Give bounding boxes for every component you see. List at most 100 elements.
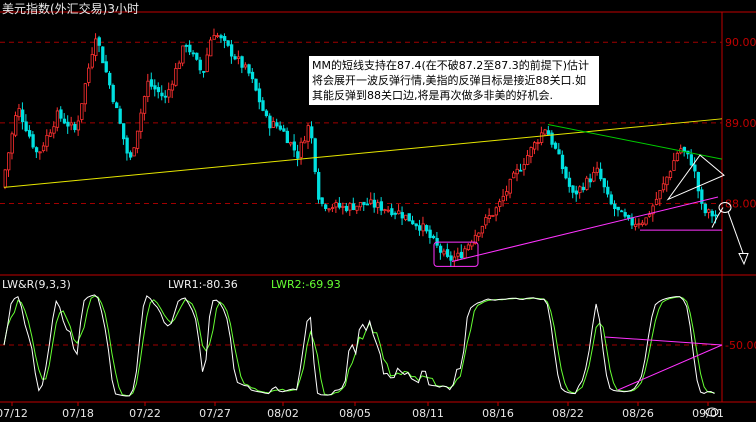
candle-body — [188, 44, 192, 53]
candle — [700, 186, 704, 210]
candle — [536, 139, 540, 151]
candle — [236, 50, 241, 65]
candle-body — [52, 126, 56, 134]
candle — [337, 197, 342, 210]
candle-body — [306, 125, 310, 142]
candle — [160, 85, 164, 101]
candle — [216, 32, 220, 39]
candle-body — [529, 147, 533, 157]
candle-body — [271, 121, 276, 128]
candle-body — [243, 64, 248, 68]
candle — [125, 135, 129, 161]
candle-body — [407, 213, 411, 222]
candle-body — [216, 35, 220, 38]
candle-body — [115, 102, 119, 109]
candle-body — [480, 225, 485, 234]
candle — [330, 203, 335, 213]
candle — [285, 127, 289, 144]
candle — [52, 121, 56, 139]
candle — [209, 36, 213, 57]
candle-body — [606, 186, 610, 195]
candle — [268, 113, 272, 136]
candle — [696, 171, 700, 199]
candle-body — [553, 142, 558, 149]
candle — [355, 205, 359, 214]
candle — [710, 209, 714, 223]
candle — [581, 182, 586, 193]
candle-body — [3, 169, 7, 188]
candle-body — [223, 36, 227, 41]
candle — [118, 105, 122, 125]
candle — [317, 168, 321, 204]
candle — [146, 73, 150, 103]
candle-body — [97, 37, 101, 46]
candle — [553, 141, 558, 150]
rebound-arrow-line — [711, 207, 724, 228]
candle-body — [184, 45, 188, 47]
candle-body — [386, 209, 391, 212]
candle — [456, 247, 460, 262]
candle-body — [647, 214, 652, 217]
price-tick-label: 90.00 — [725, 36, 756, 49]
indicator-wedge-upper — [604, 336, 723, 346]
candle — [115, 101, 119, 109]
candle-body — [661, 183, 666, 191]
candle — [550, 130, 554, 148]
candle — [442, 248, 446, 257]
candle — [522, 158, 526, 176]
candle-body — [533, 142, 537, 150]
candle — [602, 177, 606, 194]
candle — [414, 223, 418, 230]
candle-body — [355, 205, 359, 211]
candle-body — [519, 169, 523, 172]
candle — [69, 116, 74, 131]
candle-body — [250, 71, 255, 80]
candle-body — [128, 152, 133, 158]
candle-body — [344, 205, 349, 212]
candle-body — [557, 149, 561, 155]
candle — [7, 152, 11, 177]
candle-body — [17, 108, 21, 118]
candle-body — [539, 132, 544, 143]
candle-body — [640, 222, 645, 225]
candle — [560, 150, 565, 174]
candle-body — [560, 154, 565, 170]
candle — [202, 70, 206, 78]
candle-body — [247, 64, 251, 74]
candle-body — [463, 248, 467, 259]
candle — [62, 113, 67, 125]
candle-body — [477, 232, 481, 237]
candle — [630, 213, 634, 229]
candle — [14, 111, 18, 138]
candle — [498, 198, 502, 212]
candle-body — [358, 202, 363, 208]
candle-body — [397, 210, 401, 215]
candle — [588, 173, 593, 188]
candle-body — [160, 92, 164, 97]
candle-body — [369, 199, 373, 204]
candle — [407, 213, 411, 222]
candle — [254, 78, 258, 92]
candle — [55, 107, 60, 132]
candle — [418, 219, 422, 236]
candle-body — [149, 79, 154, 87]
candle — [184, 43, 188, 53]
candle — [261, 97, 265, 112]
candle-body — [620, 210, 624, 213]
candle — [167, 82, 171, 103]
candle — [435, 231, 439, 249]
candle-body — [585, 177, 589, 190]
candle-body — [69, 122, 74, 126]
wedge-lower-line — [451, 196, 719, 263]
candle — [438, 243, 443, 260]
candle — [484, 214, 488, 229]
candle — [599, 162, 603, 182]
candle — [592, 166, 596, 183]
candle-body — [80, 103, 84, 120]
candle-body — [104, 61, 108, 73]
candle — [369, 192, 373, 206]
candle — [3, 168, 7, 190]
candle — [181, 45, 185, 67]
candle — [195, 52, 199, 61]
candle-body — [212, 35, 216, 40]
